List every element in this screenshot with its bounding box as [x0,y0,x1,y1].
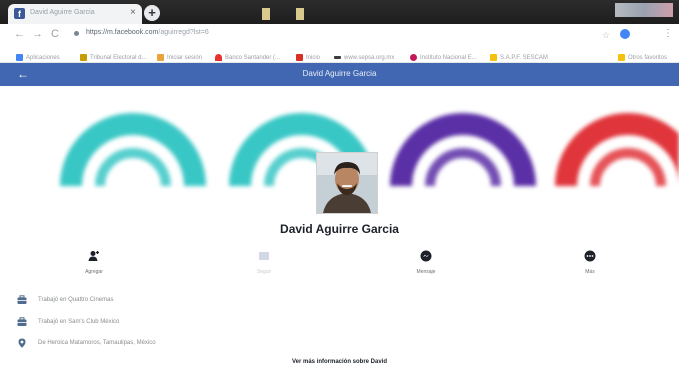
bookmark-item[interactable]: Instituto Nacional E... [410,49,477,62]
bookmark-favicon-icon [80,54,87,62]
browser-tab[interactable]: f David Aguirre Garcia × [8,4,142,24]
browser-toolbar: ← → C https://m.facebook.com/aguirregd?l… [0,24,679,46]
facebook-header: ← David Aguirre Garcia [0,63,679,86]
message-button[interactable]: Mensaje [396,250,456,275]
bookmark-item[interactable]: Aplicaciones [16,49,60,62]
cover-arc [555,113,679,187]
follow-button[interactable]: Seguir [234,250,294,275]
desktop-note-icon [296,8,304,20]
add-friend-icon [88,251,99,261]
more-button[interactable]: Más [560,250,620,275]
bookmark-label: Otros favoritos [628,54,668,61]
facebook-favicon-icon: f [14,8,25,19]
bookmark-item[interactable]: Otros favoritos [618,49,668,62]
address-bar[interactable]: https://m.facebook.com/aguirregd?lst=6 ☆ [74,27,634,42]
bookmark-item[interactable]: Tribunal Electoral d... [80,49,147,62]
tab-title: David Aguirre Garcia [30,9,95,16]
url-text[interactable]: https://m.facebook.com/aguirregd?lst=6 [86,29,209,36]
more-icon [584,250,596,262]
bookmark-item[interactable]: Iniciar sesión [157,49,203,62]
bookmark-item[interactable]: Banco Santander (... [215,49,281,62]
bookmark-favicon-icon [334,56,341,60]
bookmark-label: Banco Santander (... [225,54,281,61]
add-friend-button[interactable]: Agregar [64,250,124,275]
page-title: David Aguirre Garcia [302,69,377,78]
bookmark-item[interactable]: Inicio [296,49,321,62]
browser-tab-strip: f David Aguirre Garcia × + [0,0,679,24]
cover-arc [390,113,536,187]
bookmark-label: Instituto Nacional E... [420,54,477,61]
lock-icon [74,31,79,36]
bookmark-favicon-icon [410,54,417,62]
url-host: https://m.facebook.com [86,29,159,36]
bookmark-label: Aplicaciones [26,54,60,61]
more-label: Más [585,269,595,275]
folder-icon [618,54,625,62]
briefcase-icon [17,317,27,326]
bookmarks-bar: Aplicaciones Tribunal Electoral d... Ini… [0,46,679,63]
cover-arc [60,113,206,187]
forward-button[interactable]: → [32,28,43,40]
desktop-note-icon [262,8,270,20]
follow-icon [259,252,269,260]
bookmark-star-icon[interactable]: ☆ [602,30,610,41]
info-text: De Heroica Matamoros, Tamaulipas, México [38,340,156,346]
avatar[interactable] [316,152,378,214]
location-pin-icon [18,338,26,348]
messenger-icon [420,250,432,262]
briefcase-icon [17,295,27,304]
folder-icon [490,54,497,62]
bookmark-item[interactable]: S.A.P.F. SESCAM [490,49,548,62]
new-tab-button[interactable]: + [144,5,160,21]
santander-flame-icon [215,54,222,62]
browser-menu-icon[interactable]: ⋮ [663,28,673,39]
bookmark-item[interactable]: www.sepsa.org.mx [334,49,395,61]
url-path: /aguirregd?lst=6 [158,29,209,36]
follow-label: Seguir [256,269,272,275]
bookmark-label: Tribunal Electoral d... [90,54,147,61]
profile-icon[interactable] [620,29,630,39]
see-more-info-link[interactable]: Ver más información sobre David [0,359,679,365]
add-friend-label: Agregar [85,269,103,275]
bookmark-favicon-icon [157,54,164,62]
tab-close-icon[interactable]: × [130,7,136,18]
bookmark-label: Inicio [306,54,321,61]
back-button[interactable]: ← [14,28,25,40]
apps-icon [16,54,23,62]
info-text: Trabajó en Quattro Cinemas [38,297,114,303]
window-controls[interactable] [615,3,673,17]
info-text: Trabajó en Sam's Club México [38,319,120,325]
bookmark-favicon-icon [296,54,303,62]
bookmark-label: Iniciar sesión [167,54,203,61]
profile-name: David Aguirre Garcia [280,222,399,236]
bookmark-label: www.sepsa.org.mx [344,54,395,61]
message-label: Mensaje [416,269,436,275]
reload-button[interactable]: C [51,28,59,40]
bookmark-label: S.A.P.F. SESCAM [500,54,548,61]
